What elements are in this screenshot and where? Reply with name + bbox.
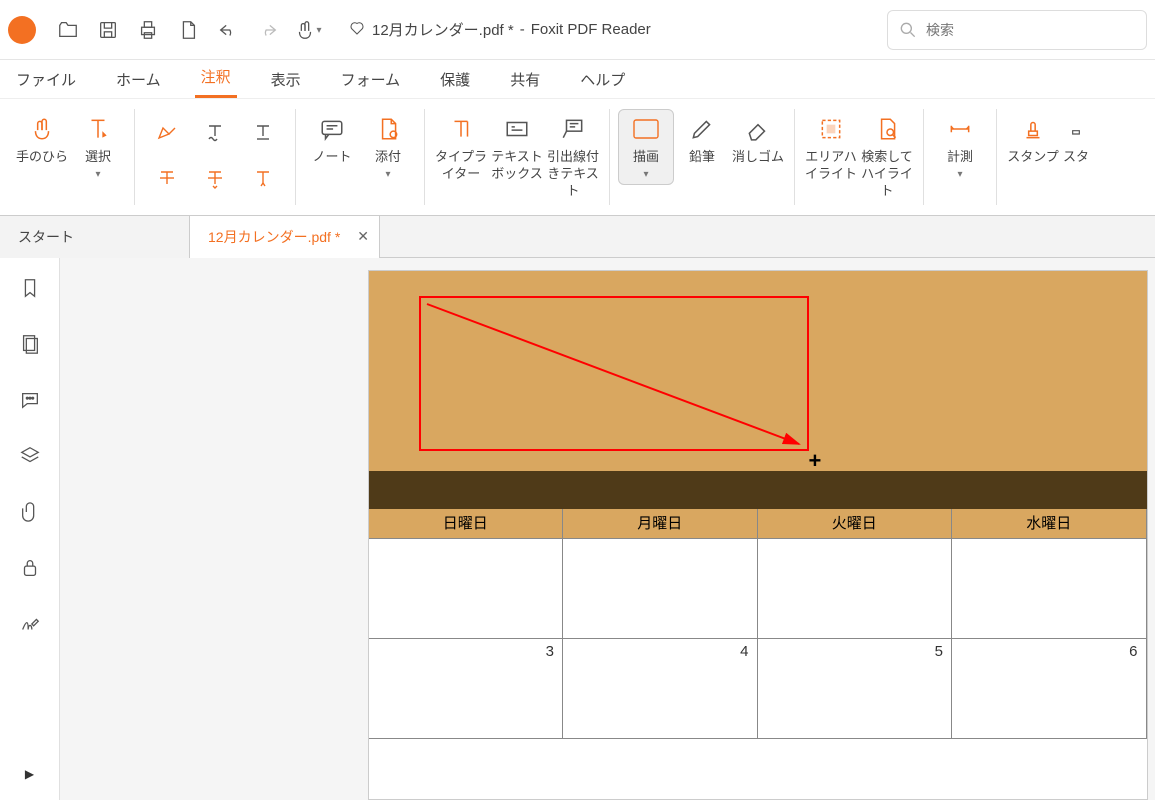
security-icon[interactable] [16,554,44,582]
titlebar: ▾ 12月カレンダー.pdf * - Foxit PDF Reader [0,0,1155,60]
squiggly-icon[interactable] [191,109,239,155]
calendar-row [369,539,1147,639]
hand-grab-icon[interactable]: ▾ [288,10,328,50]
search-input[interactable] [926,22,1107,38]
underline-icon[interactable] [239,109,287,155]
stamp2-button[interactable]: スタ [1061,109,1091,166]
tab-document[interactable]: 12月カレンダー.pdf * ✕ [190,216,380,258]
document-tabs: スタート 12月カレンダー.pdf * ✕ [0,216,1155,258]
calendar-cell: 4 [563,639,758,738]
redo-icon [248,10,288,50]
document-title: 12月カレンダー.pdf * [372,19,514,40]
menu-protect[interactable]: 保護 [434,61,476,98]
stamp-icon [1020,113,1046,145]
calendar-cell: 5 [758,639,953,738]
expand-panel-icon[interactable]: ▶ [16,760,44,788]
callout-button[interactable]: 引出線付きテキスト [545,109,601,200]
ribbon: 手のひら 選択▾ ノート 添付▾ タイプライター [0,98,1155,216]
save-icon[interactable] [88,10,128,50]
attachments-icon[interactable] [16,498,44,526]
hand-tool-button[interactable]: 手のひら [14,109,70,166]
pages-icon[interactable] [16,330,44,358]
calendar-cell [952,539,1147,638]
menu-home[interactable]: ホーム [110,61,167,98]
typewriter-icon [448,113,474,145]
layers-icon[interactable] [16,442,44,470]
calendar-cell: 6 [952,639,1147,738]
search-highlight-icon [874,113,900,145]
calendar-cell [758,539,953,638]
stamp2-icon [1066,113,1086,145]
app-logo-icon [8,16,36,44]
drawn-arrow-annotation[interactable] [419,296,809,451]
eraser-button[interactable]: 消しゴム [730,109,786,166]
strikeout-icon[interactable] [143,155,191,201]
undo-icon[interactable] [208,10,248,50]
attach-button[interactable]: 添付▾ [360,109,416,181]
calendar-row: 3 4 5 6 [369,639,1147,739]
note-icon [319,113,345,145]
typewriter-button[interactable]: タイプライター [433,109,489,183]
area-highlight-button[interactable]: エリアハイライト [803,109,859,183]
menu-file[interactable]: ファイル [10,61,82,98]
side-panel: ▶ [0,258,60,800]
bookmark-icon[interactable] [16,274,44,302]
day-header: 火曜日 [758,509,953,538]
print-icon[interactable] [128,10,168,50]
area-highlight-icon [818,113,844,145]
canvas[interactable]: + 日曜日 月曜日 火曜日 水曜日 3 4 5 6 [60,258,1155,800]
open-icon[interactable] [48,10,88,50]
menu-share[interactable]: 共有 [504,61,546,98]
calendar-cell [369,539,564,638]
draw-shape-button[interactable]: 描画▾ [618,109,674,185]
search-highlight-button[interactable]: 検索してハイライト [859,109,915,200]
pdf-page: + 日曜日 月曜日 火曜日 水曜日 3 4 5 6 [368,270,1148,800]
highlight-icon[interactable] [143,109,191,155]
calendar-header: + [369,271,1147,471]
search-box[interactable] [887,10,1147,50]
app-name: Foxit PDF Reader [531,21,651,38]
window-title: 12月カレンダー.pdf * - Foxit PDF Reader [348,19,651,41]
day-header: 日曜日 [369,509,564,538]
calendar-title-bar [369,471,1147,509]
hand-icon [29,113,55,145]
calendar-day-header-row: 日曜日 月曜日 火曜日 水曜日 [369,509,1147,539]
rectangle-icon [632,113,660,145]
attach-icon [375,113,401,145]
textbox-button[interactable]: テキストボックス [489,109,545,183]
eraser-icon [745,113,771,145]
calendar-cell [563,539,758,638]
measure-button[interactable]: 計測▾ [932,109,988,181]
stamp-button[interactable]: スタンプ [1005,109,1061,166]
crosshair-cursor-icon: + [809,448,822,474]
menu-annotate[interactable]: 注釈 [195,58,237,98]
select-tool-button[interactable]: 選択▾ [70,109,126,181]
day-header: 月曜日 [563,509,758,538]
pencil-icon [689,113,715,145]
replace-text-icon[interactable] [191,155,239,201]
menu-help[interactable]: ヘルプ [574,61,631,98]
insert-text-icon[interactable] [239,155,287,201]
callout-icon [560,113,586,145]
textbox-icon [504,113,530,145]
text-markup-grid [143,109,287,201]
menu-view[interactable]: 表示 [265,61,307,98]
signature-icon[interactable] [16,610,44,638]
measure-icon [947,113,973,145]
workspace: ▶ + 日曜日 月曜日 火曜日 水曜日 [0,258,1155,800]
pencil-button[interactable]: 鉛筆 [674,109,730,166]
text-select-icon [85,113,111,145]
menu-bar: ファイル ホーム 注釈 表示 フォーム 保護 共有 ヘルプ [0,60,1155,98]
day-header: 水曜日 [952,509,1147,538]
comments-icon[interactable] [16,386,44,414]
tab-start[interactable]: スタート [0,216,190,258]
menu-form[interactable]: フォーム [335,61,407,98]
favorite-icon[interactable] [348,19,366,41]
page-icon[interactable] [168,10,208,50]
note-button[interactable]: ノート [304,109,360,166]
close-tab-icon[interactable]: ✕ [357,228,369,245]
calendar-cell: 3 [369,639,564,738]
